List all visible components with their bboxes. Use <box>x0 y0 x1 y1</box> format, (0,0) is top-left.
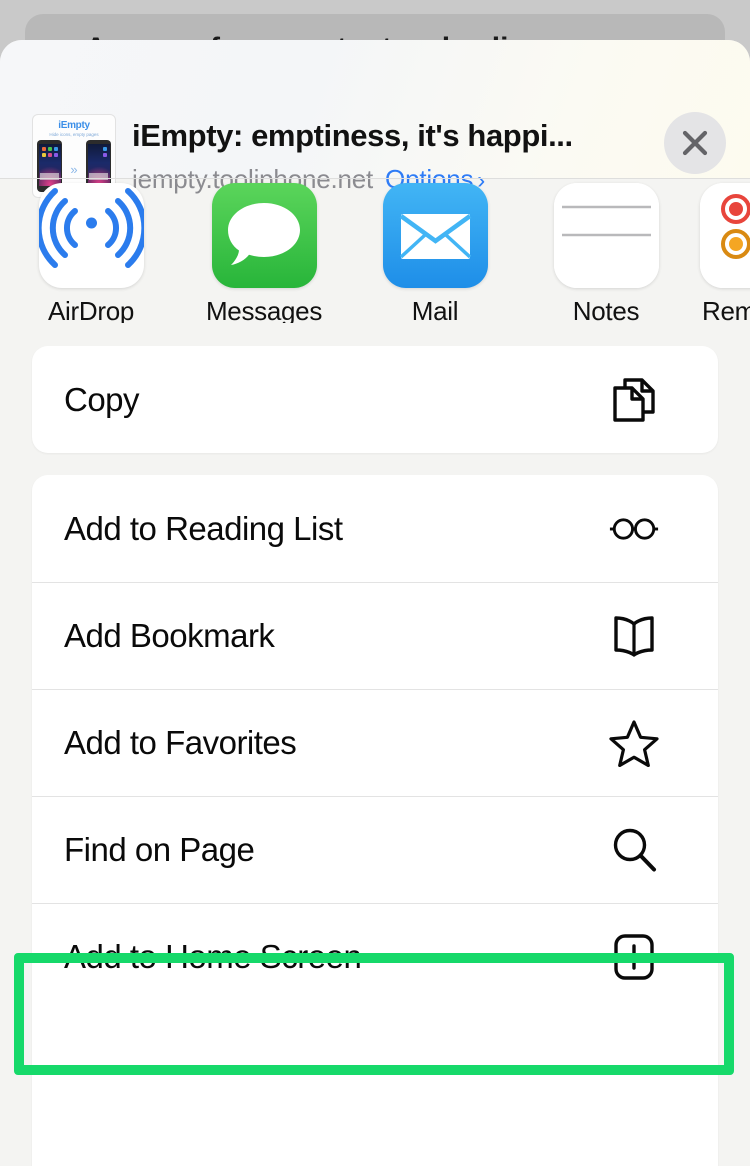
action-label: Add to Home Screen <box>64 937 362 975</box>
thumbnail-logo: iEmpty <box>33 120 115 131</box>
action-row-add-to-reading-list[interactable]: Add to Reading List <box>32 475 718 582</box>
thumbnail-tagline: Hide icons, empty pages <box>49 132 99 137</box>
share-target-notes[interactable]: Notes <box>541 183 671 323</box>
notes-icon <box>553 183 659 288</box>
share-target-label: Mail <box>411 296 459 323</box>
share-target-label: Notes <box>572 296 640 323</box>
reminders-icon <box>700 183 750 288</box>
messages-icon <box>211 183 317 288</box>
copy-icon <box>608 374 660 426</box>
share-target-airdrop[interactable]: AirDrop <box>26 183 156 323</box>
action-label: Find on Page <box>64 830 255 868</box>
share-target-mail[interactable]: Mail <box>370 183 500 323</box>
action-row-copy[interactable]: Copy <box>32 346 718 453</box>
plus-square-icon <box>608 931 660 983</box>
close-icon <box>682 130 708 156</box>
action-card-main: Add to Reading List Add Bookmark Add to … <box>32 475 718 1166</box>
action-row-find-on-page[interactable]: Find on Page <box>32 796 718 903</box>
action-row-add-to-favorites[interactable]: Add to Favorites <box>32 689 718 796</box>
magnifier-icon <box>608 824 660 876</box>
share-target-label: Rem <box>702 296 750 323</box>
share-target-label: Messages <box>205 296 323 323</box>
action-label: Add to Reading List <box>64 509 343 547</box>
share-targets-row[interactable]: AirDrop Messages Mail Notes Re <box>0 178 750 323</box>
star-icon <box>608 717 660 769</box>
thumbnail-logo-text: Empty <box>60 120 90 131</box>
action-label: Add Bookmark <box>64 616 275 654</box>
airdrop-icon <box>38 183 144 288</box>
share-target-reminders[interactable]: Rem <box>700 183 750 323</box>
share-sheet-header: iEmpty Hide icons, empty pages » iEmpty:… <box>0 40 750 198</box>
action-label: Copy <box>64 380 140 418</box>
close-button[interactable] <box>664 112 726 174</box>
share-sheet: iEmpty Hide icons, empty pages » iEmpty:… <box>0 40 750 1166</box>
chevron-right-icon: » <box>70 162 78 177</box>
action-row-add-to-home-screen[interactable]: Add to Home Screen <box>32 903 718 1010</box>
book-icon <box>608 610 660 662</box>
mail-icon <box>382 183 488 288</box>
action-label: Add to Favorites <box>64 723 297 761</box>
action-card-copy: Copy <box>32 346 718 453</box>
action-row-add-bookmark[interactable]: Add Bookmark <box>32 582 718 689</box>
page-title: iEmpty: emptiness, it's happi... <box>132 118 573 153</box>
share-target-messages[interactable]: Messages <box>199 183 329 323</box>
glasses-icon <box>608 503 660 555</box>
share-target-label: AirDrop <box>47 296 135 323</box>
